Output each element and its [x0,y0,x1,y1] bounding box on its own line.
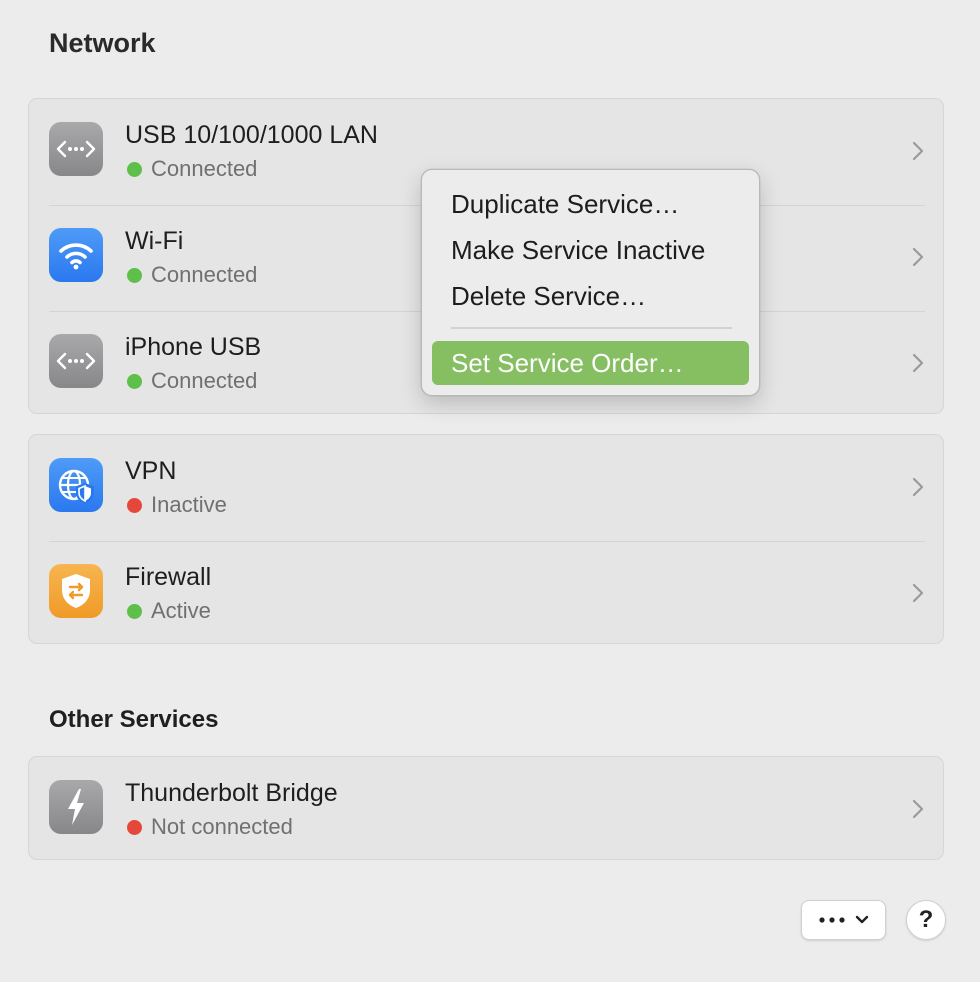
chevron-right-icon [912,247,924,267]
service-name: iPhone USB [125,333,262,361]
status-dot-green [127,267,142,283]
service-row-vpn[interactable]: VPN Inactive [29,435,943,541]
context-menu: Duplicate Service… Make Service Inactive… [421,169,760,396]
more-actions-button[interactable] [801,900,886,940]
chevron-right-icon [912,141,924,161]
menu-item-delete-service[interactable]: Delete Service… [432,274,749,318]
service-name: USB 10/100/1000 LAN [125,121,378,149]
menu-item-set-service-order[interactable]: Set Service Order… [432,341,749,385]
chevron-right-icon [912,583,924,603]
ethernet-icon [49,122,103,176]
help-button[interactable]: ? [906,900,946,940]
status-dot-red [127,819,142,835]
service-status: Inactive [151,492,227,517]
service-name: Thunderbolt Bridge [125,779,338,807]
ellipsis-icon [818,917,845,923]
menu-separator [451,327,732,329]
service-status: Connected [151,368,258,393]
section-title-other-services: Other Services [49,706,219,733]
chevron-right-icon [912,353,924,373]
menu-item-duplicate-service[interactable]: Duplicate Service… [432,182,749,226]
chevron-down-icon [855,915,868,924]
status-dot-green [127,161,142,177]
services-group-security: VPN Inactive Firewall Active [28,434,944,644]
services-group-other: Thunderbolt Bridge Not connected [28,756,944,860]
menu-item-make-service-inactive[interactable]: Make Service Inactive [432,228,749,272]
chevron-right-icon [912,799,924,819]
service-status: Not connected [151,814,293,839]
service-row-firewall[interactable]: Firewall Active [29,541,943,647]
service-name: VPN [125,457,177,485]
firewall-shield-icon [49,564,103,618]
status-dot-red [127,497,142,513]
service-row-thunderbolt-bridge[interactable]: Thunderbolt Bridge Not connected [29,757,943,859]
service-name: Firewall [125,563,212,591]
ethernet-icon [49,334,103,388]
service-name: Wi-Fi [125,227,184,255]
status-dot-green [127,373,142,389]
status-dot-green [127,603,142,619]
service-status: Connected [151,262,258,287]
chevron-right-icon [912,477,924,497]
page-title: Network [49,28,156,58]
thunderbolt-icon [49,780,103,834]
service-status: Active [151,598,211,623]
service-status: Connected [151,156,258,181]
vpn-globe-icon [49,458,103,512]
wifi-icon [49,228,103,282]
